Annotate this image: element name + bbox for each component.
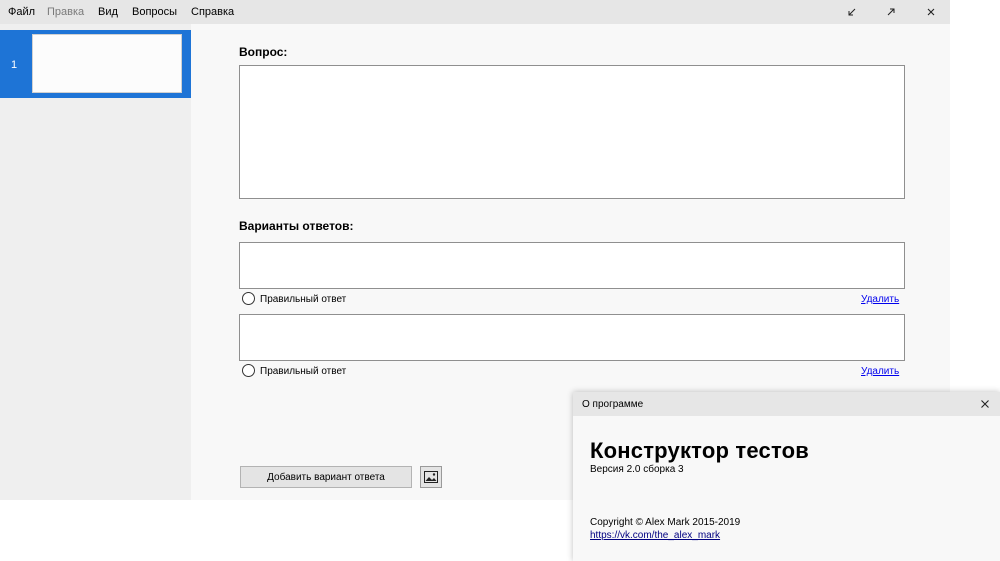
answer-input-2[interactable]	[239, 314, 905, 361]
maximize-icon	[887, 8, 895, 16]
menu-bar: Файл Правка Вид Вопросы Справка	[0, 0, 950, 24]
author-link[interactable]: https://vk.com/the_alex_mark	[590, 530, 720, 541]
correct-answer-label-2: Правильный ответ	[260, 366, 347, 377]
menu-view[interactable]: Вид	[98, 6, 118, 18]
add-answer-label: Добавить вариант ответа	[267, 471, 385, 483]
question-label: Вопрос:	[239, 45, 288, 59]
minimize-button[interactable]	[832, 0, 872, 24]
correct-answer-label-1: Правильный ответ	[260, 294, 347, 305]
copyright-text: Copyright © Alex Mark 2015-2019	[590, 517, 741, 528]
slide-number: 1	[11, 59, 18, 71]
dialog-close-button[interactable]	[970, 392, 1000, 416]
app-name: Конструктор тестов	[590, 438, 810, 463]
maximize-button[interactable]	[871, 0, 911, 24]
menu-questions[interactable]: Вопросы	[132, 6, 177, 18]
dialog-title: О программе	[582, 399, 644, 410]
minimize-icon	[848, 8, 856, 16]
slides-sidebar: 1	[0, 24, 191, 500]
delete-answer-link-2[interactable]: Удалить	[861, 366, 899, 377]
menu-edit[interactable]: Правка	[47, 6, 84, 18]
close-button[interactable]	[911, 0, 951, 24]
app-version: Версия 2.0 сборка 3	[590, 464, 684, 475]
image-icon	[424, 471, 438, 483]
correct-answer-radio-1[interactable]	[242, 292, 255, 305]
add-answer-button[interactable]: Добавить вариант ответа	[240, 466, 412, 488]
menu-file[interactable]: Файл	[8, 6, 35, 18]
delete-answer-link-1[interactable]: Удалить	[861, 294, 899, 305]
slide-item-1[interactable]: 1	[0, 30, 191, 98]
close-icon	[981, 400, 989, 408]
menu-help[interactable]: Справка	[191, 6, 234, 18]
answers-label: Варианты ответов:	[239, 219, 354, 233]
dialog-title-bar: О программе	[573, 392, 1000, 416]
about-dialog: О программе Конструктор тестов Версия 2.…	[573, 392, 1000, 561]
correct-answer-radio-2[interactable]	[242, 364, 255, 377]
insert-image-button[interactable]	[420, 466, 442, 488]
question-input[interactable]	[239, 65, 905, 199]
answer-input-1[interactable]	[239, 242, 905, 289]
close-icon	[927, 8, 935, 16]
slide-thumbnail	[32, 34, 182, 93]
